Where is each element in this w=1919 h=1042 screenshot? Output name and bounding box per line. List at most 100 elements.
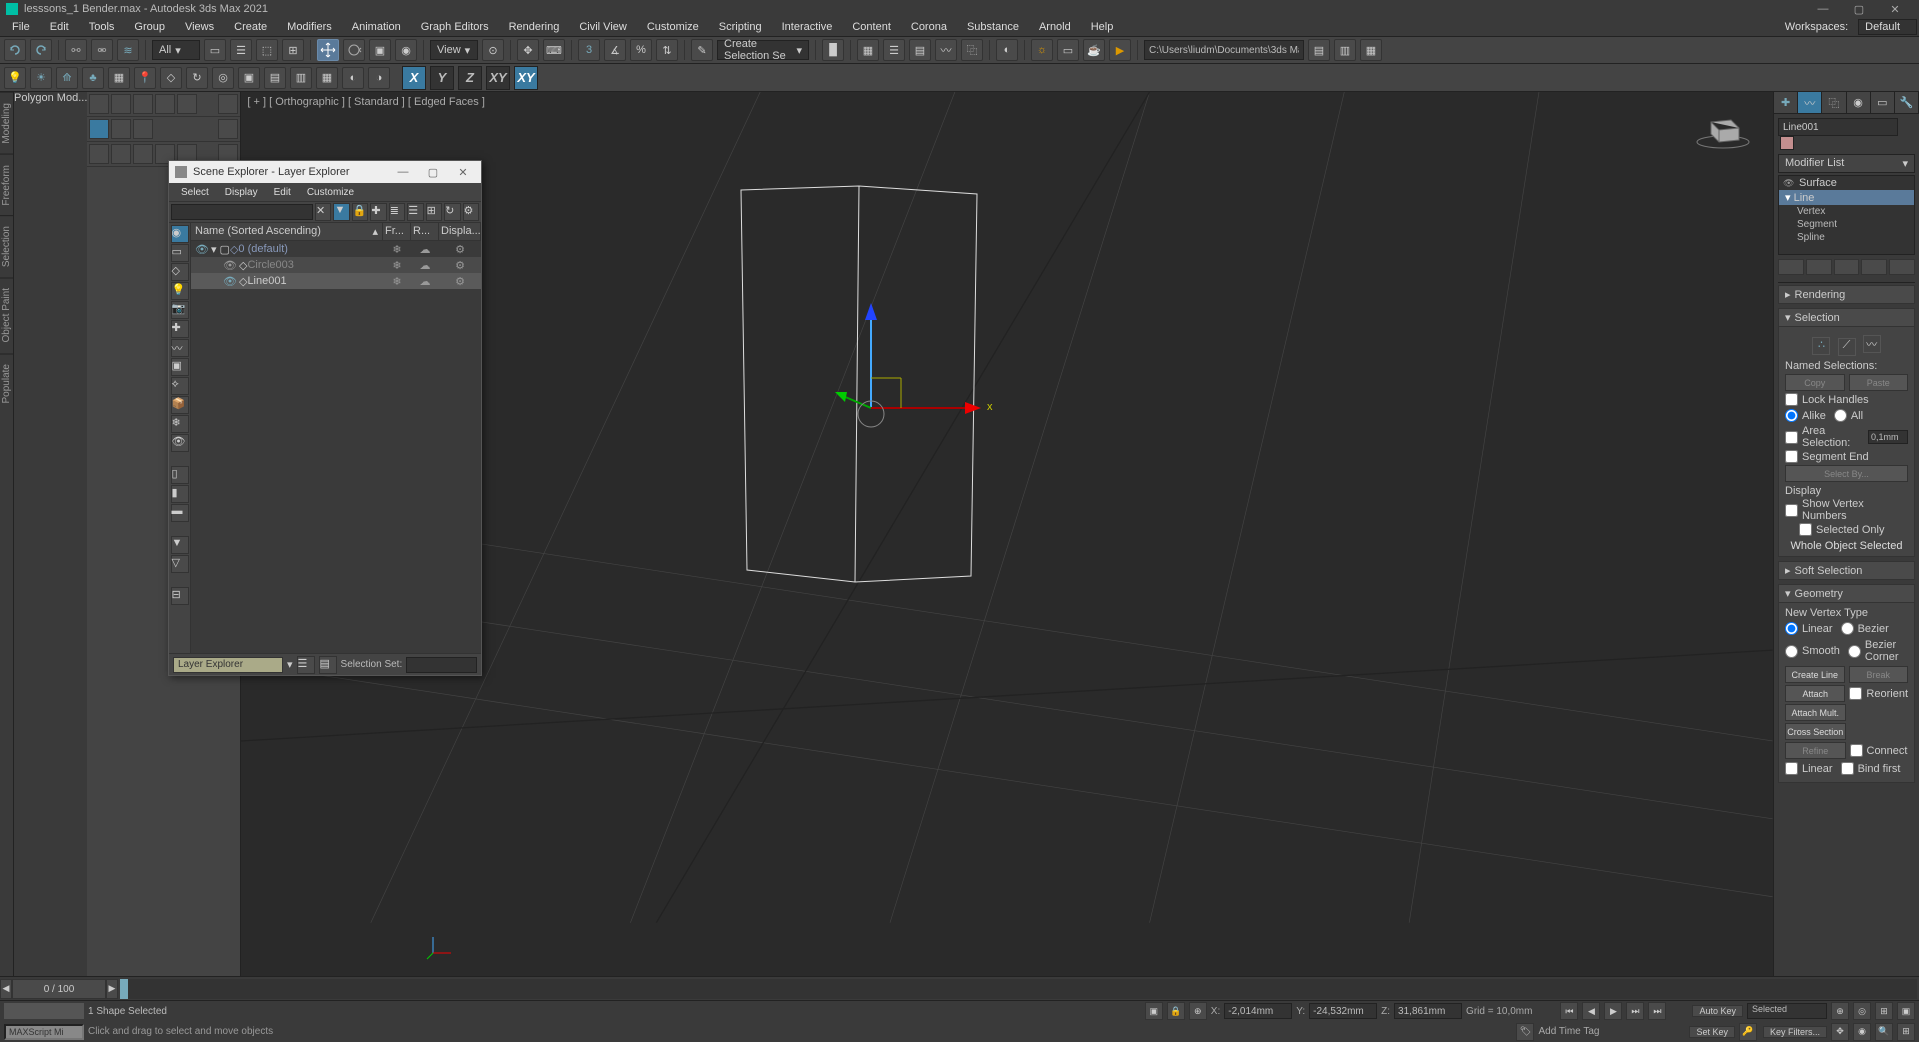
se-side-group[interactable]: ▣ (171, 358, 189, 376)
render-frame-button[interactable]: ▭ (1057, 39, 1079, 61)
se-side-light[interactable]: 💡 (171, 282, 189, 300)
se-side-hidden[interactable]: 👁 (171, 434, 189, 452)
key-mode-dropdown[interactable]: Selected (1747, 1003, 1827, 1019)
spinner-snap-button[interactable]: ⇅ (656, 39, 678, 61)
unlink-button[interactable]: ⚮ (91, 39, 113, 61)
frozen-icon[interactable]: ❄ (383, 243, 411, 256)
menu-arnold[interactable]: Arnold (1029, 19, 1081, 35)
se-menu-display[interactable]: Display (217, 185, 266, 200)
coord-mode-button[interactable]: ⊕ (1189, 1002, 1207, 1020)
create-line-button[interactable]: Create Line (1785, 666, 1845, 683)
display-tab[interactable]: ▭ (1871, 92, 1895, 113)
row-line001[interactable]: 👁 ◇ Line001 ❄☁⚙ (191, 273, 481, 289)
se-side-doc2[interactable]: ▮ (171, 485, 189, 503)
menu-tools[interactable]: Tools (79, 19, 125, 35)
project-path-input[interactable] (1144, 40, 1304, 60)
close-button[interactable]: ✕ (1877, 0, 1913, 18)
se-search-input[interactable] (171, 204, 313, 220)
render-setup-button[interactable]: ☼ (1031, 39, 1053, 61)
toggle-ribbon-button[interactable]: ▤ (909, 39, 931, 61)
axis-xy2-button[interactable]: XY (514, 66, 538, 90)
pin-stack-button[interactable] (1778, 259, 1804, 275)
mirror-button[interactable]: ▐▌ (822, 39, 844, 61)
light-icon[interactable]: 💡 (4, 67, 26, 89)
menu-substance[interactable]: Substance (957, 19, 1029, 35)
geom-icon[interactable]: ◇ (160, 67, 182, 89)
attach-mult-button[interactable]: Attach Mult. (1785, 704, 1846, 721)
menu-customize[interactable]: Customize (637, 19, 709, 35)
geometry-header[interactable]: ▾Geometry (1778, 584, 1915, 603)
menu-help[interactable]: Help (1081, 19, 1124, 35)
nav-btn3[interactable]: ⊞ (1875, 1002, 1893, 1020)
hierarchy-tab[interactable]: ⿻ (1822, 92, 1846, 113)
nav-btn2[interactable]: ◎ (1853, 1002, 1871, 1020)
se-side-helper[interactable]: ✚ (171, 320, 189, 338)
menu-modifiers[interactable]: Modifiers (277, 19, 342, 35)
se-side-bone[interactable]: ⟡ (171, 377, 189, 395)
se-menu-customize[interactable]: Customize (299, 185, 362, 200)
se-mode-dropdown[interactable] (173, 657, 283, 673)
current-frame-label[interactable]: 0 / 100 (12, 979, 106, 999)
move-gizmo[interactable]: x (801, 288, 1001, 488)
se-side-all[interactable]: ◉ (171, 225, 189, 243)
copy-button[interactable]: Copy (1785, 374, 1845, 391)
tree-icon[interactable]: ⟰ (56, 67, 78, 89)
polymod-btn1[interactable] (89, 94, 109, 114)
refine-button[interactable]: Refine (1785, 742, 1846, 759)
menu-views[interactable]: Views (175, 19, 224, 35)
tab-freeform[interactable]: Freeform (0, 154, 13, 216)
render-prod-button[interactable]: ☕ (1083, 39, 1105, 61)
maxscript-mini-listener[interactable] (4, 1024, 84, 1040)
se-stat-btn1[interactable]: ☰ (297, 656, 315, 674)
subobj-border-button[interactable] (133, 119, 153, 139)
object-color-swatch[interactable] (1780, 136, 1794, 150)
polymod-btn-cfg[interactable] (218, 94, 238, 114)
menu-animation[interactable]: Animation (342, 19, 411, 35)
reorient-check[interactable]: Reorient (1849, 686, 1908, 701)
select-by-button[interactable]: Select By... (1785, 465, 1908, 482)
paste-button[interactable]: Paste (1849, 374, 1909, 391)
rendering-header[interactable]: ▸Rendering (1778, 285, 1915, 304)
attach-button[interactable]: Attach (1785, 685, 1845, 702)
axis-z-button[interactable]: Z (458, 66, 482, 90)
se-side-cam[interactable]: 📷 (171, 301, 189, 319)
tab-selection[interactable]: Selection (0, 215, 13, 277)
lock-button[interactable]: 🔒 (1167, 1002, 1185, 1020)
menu-scripting[interactable]: Scripting (709, 19, 772, 35)
se-filter-button[interactable]: ▼ (333, 203, 349, 221)
stack-line[interactable]: ▾ Line (1779, 190, 1914, 205)
se-extra-button[interactable]: ⚙ (463, 203, 479, 221)
menu-grapheditors[interactable]: Graph Editors (411, 19, 499, 35)
time-slider[interactable]: ◀ 0 / 100 ▶ (0, 976, 1919, 1000)
se-tree[interactable]: Name (Sorted Ascending) ▴ Fr... R... Dis… (191, 223, 481, 653)
se-lock-button[interactable]: 🔒 (352, 203, 368, 221)
x-coord-input[interactable] (1224, 1003, 1292, 1019)
se-side-filter2[interactable]: ▽ (171, 555, 189, 573)
eye-icon[interactable]: 👁 (1783, 178, 1793, 188)
bind-button[interactable]: ≋ (117, 39, 139, 61)
sel-segment-icon[interactable]: ⟋ (1838, 338, 1856, 356)
se-menu-select[interactable]: Select (173, 185, 217, 200)
tab-modeling[interactable]: Modeling (0, 92, 13, 154)
play-button[interactable]: ▶ (1604, 1002, 1622, 1020)
object-name-input[interactable] (1778, 118, 1898, 136)
row-default-layer[interactable]: 👁 ▾ ▢ ◇ 0 (default) ❄ ☁ ⚙ (191, 241, 481, 257)
auto-key-button[interactable]: Auto Key (1692, 1005, 1743, 1017)
named-selection-dropdown[interactable]: Create Selection Se▾ (717, 40, 809, 60)
selection-filter-dropdown[interactable]: All▾ (152, 40, 200, 60)
alike-radio[interactable]: Alike (1785, 409, 1826, 422)
axis-y-button[interactable]: Y (430, 66, 454, 90)
sun-icon[interactable]: ☀ (30, 67, 52, 89)
menu-edit[interactable]: Edit (40, 19, 79, 35)
path-btn3[interactable]: ▦ (1360, 39, 1382, 61)
key-filters-button[interactable]: Key Filters... (1763, 1026, 1827, 1038)
segment-end-check[interactable]: Segment End (1785, 450, 1908, 463)
set-key-button[interactable]: Set Key (1689, 1026, 1735, 1038)
area-selection-value[interactable] (1868, 430, 1908, 444)
menu-create[interactable]: Create (224, 19, 277, 35)
polymod-btn2[interactable] (111, 94, 131, 114)
path-btn1[interactable]: ▤ (1308, 39, 1330, 61)
stack-surface[interactable]: 👁Surface (1779, 176, 1914, 190)
snap-toggle-button[interactable]: 3 (578, 39, 600, 61)
se-add-button[interactable]: ✚ (370, 203, 386, 221)
